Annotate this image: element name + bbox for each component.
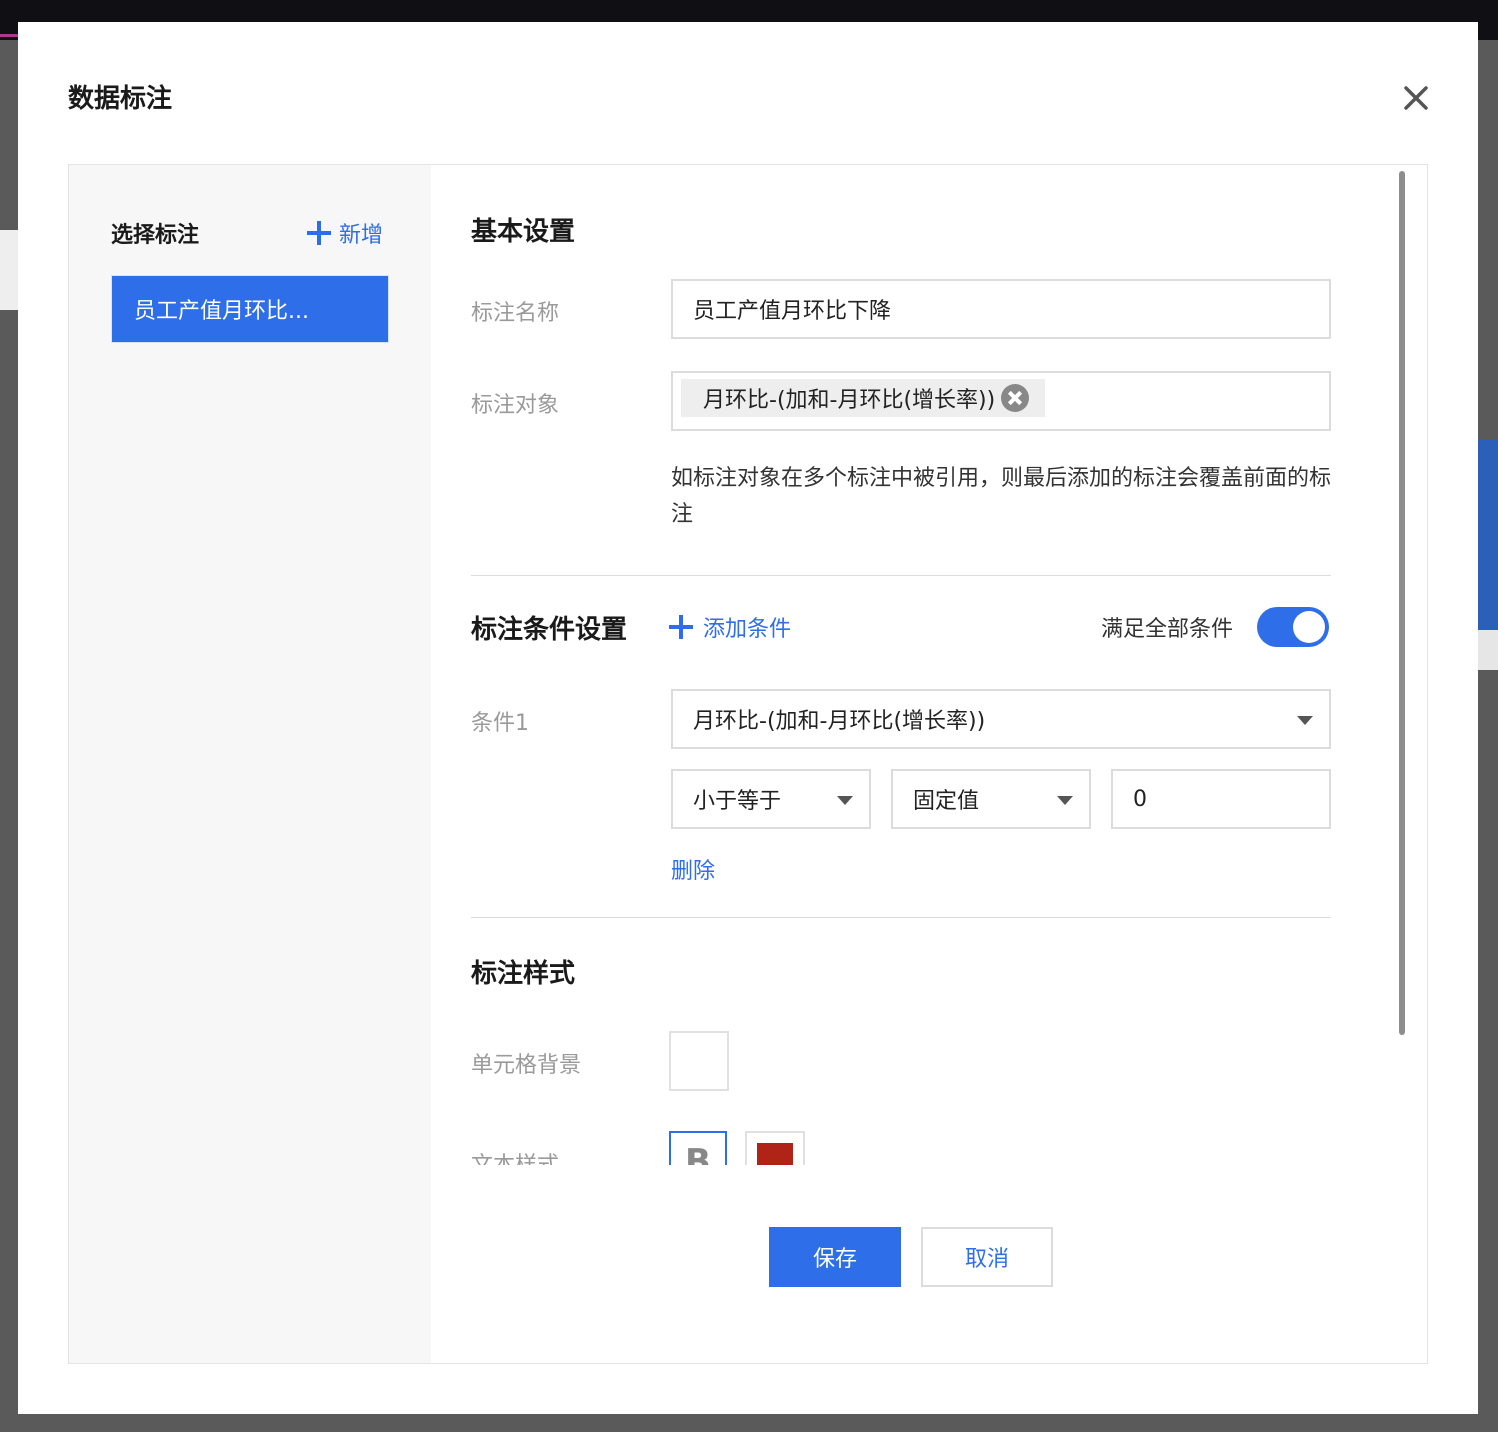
sidebar-item-annotation[interactable]: 员工产值月环比... — [111, 275, 389, 343]
plus-icon — [307, 221, 331, 245]
text-style-label: 文本样式 — [471, 1147, 559, 1165]
background-right-strip-2 — [1478, 630, 1498, 670]
match-all-toggle[interactable] — [1257, 607, 1329, 647]
settings-scroll-area[interactable]: 基本设置 标注名称 员工产值月环比下降 标注对象 月环比-(加和-月环比(增长率… — [431, 165, 1427, 1165]
chevron-down-icon — [1297, 716, 1313, 725]
text-color-swatch — [757, 1143, 793, 1165]
condition-field-select[interactable]: 月环比-(加和-月环比(增长率)) — [671, 689, 1331, 749]
close-icon[interactable] — [1398, 80, 1434, 116]
basic-settings-title: 基本设置 — [471, 217, 576, 247]
value-type-value: 固定值 — [913, 789, 980, 814]
add-condition-label: 添加条件 — [703, 617, 792, 642]
plus-icon — [669, 615, 693, 639]
target-label: 标注对象 — [471, 393, 560, 418]
text-color-picker[interactable] — [745, 1131, 805, 1165]
delete-condition-link[interactable]: 删除 — [671, 853, 715, 885]
target-hint: 如标注对象在多个标注中被引用，则最后添加的标注会覆盖前面的标注 — [671, 466, 1332, 527]
condition-label: 条件1 — [471, 711, 529, 736]
dialog-body: 选择标注 新增 员工产值月环比... 基本设置 标注名称 员工产值月环比下降 标… — [68, 164, 1428, 1364]
match-all-label: 满足全部条件 — [1101, 617, 1234, 642]
add-condition-button[interactable]: 添加条件 — [669, 611, 791, 643]
condition-settings-title: 标注条件设置 — [471, 615, 628, 645]
style-settings-title: 标注样式 — [471, 959, 576, 989]
bold-toggle[interactable]: B — [669, 1131, 727, 1165]
chevron-down-icon — [837, 796, 853, 805]
cell-bg-color-picker[interactable] — [669, 1031, 729, 1091]
operator-value: 小于等于 — [693, 789, 782, 814]
condition-field-value: 月环比-(加和-月环比(增长率)) — [693, 709, 986, 734]
chevron-down-icon — [1057, 796, 1073, 805]
scrollbar[interactable] — [1399, 171, 1405, 1035]
background-right-strip — [1478, 440, 1498, 630]
target-tag-label: 月环比-(加和-月环比(增长率)) — [703, 388, 996, 413]
annotation-dialog: 数据标注 选择标注 新增 员工产值月环比... 基本设置 标注名称 员工产值月环… — [18, 22, 1478, 1414]
add-annotation-button[interactable]: 新增 — [307, 217, 383, 249]
divider — [471, 575, 1331, 576]
add-annotation-label: 新增 — [339, 223, 384, 248]
annotation-name-input[interactable]: 员工产值月环比下降 — [671, 279, 1331, 339]
divider — [471, 917, 1331, 918]
target-tag: 月环比-(加和-月环比(增长率)) — [681, 379, 1046, 417]
save-button[interactable]: 保存 — [769, 1227, 901, 1287]
dialog-title: 数据标注 — [68, 84, 173, 114]
annotation-settings: 基本设置 标注名称 员工产值月环比下降 标注对象 月环比-(加和-月环比(增长率… — [431, 165, 1427, 1363]
background-left-strip — [0, 230, 18, 310]
toggle-knob — [1293, 611, 1325, 643]
remove-tag-icon[interactable] — [1001, 384, 1030, 412]
condition-value-input[interactable]: 0 — [1111, 769, 1331, 829]
cancel-button[interactable]: 取消 — [921, 1227, 1053, 1287]
annotation-sidebar: 选择标注 新增 员工产值月环比... — [69, 165, 431, 1363]
name-label: 标注名称 — [471, 301, 560, 326]
sidebar-title: 选择标注 — [111, 223, 200, 248]
cell-bg-label: 单元格背景 — [471, 1053, 582, 1078]
